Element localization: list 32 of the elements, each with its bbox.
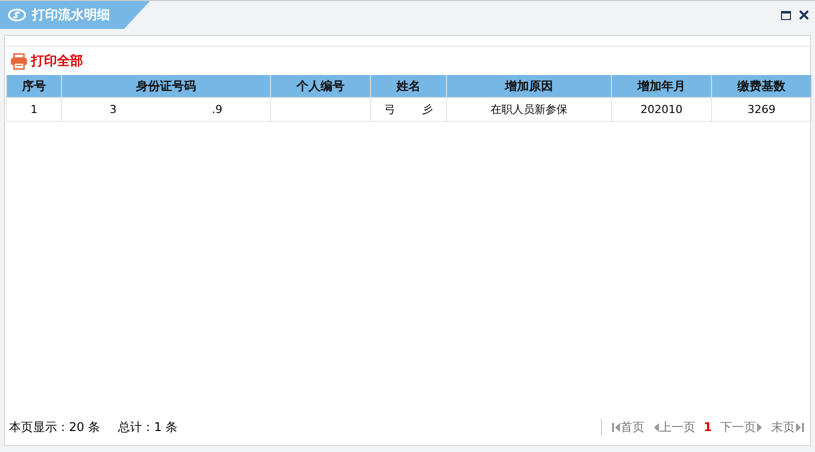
last-page-icon [796, 422, 804, 432]
last-page-link[interactable]: 末页 [771, 418, 804, 436]
next-icon [757, 422, 763, 432]
column-header[interactable]: 增加年月 [612, 75, 712, 98]
printer-icon [10, 52, 28, 70]
table-cell: 在职人员新参保 [490, 103, 568, 116]
table-cell: 3269 [748, 103, 776, 116]
cell-text: 弓 [384, 102, 396, 117]
column-header[interactable]: 个人编号 [270, 75, 370, 98]
print-all-button[interactable]: 打印全部 [10, 52, 83, 70]
logo-icon [8, 8, 26, 22]
table-cell: 202010 [640, 103, 682, 116]
cell-text: 3 [110, 103, 117, 116]
column-header[interactable]: 身份证号码 [62, 75, 270, 98]
column-header[interactable]: 缴费基数 [712, 75, 812, 98]
previous-page-link[interactable]: 上一页 [652, 418, 696, 436]
cell-text: .9 [212, 103, 222, 116]
table-cell: 1 [30, 103, 38, 116]
maximize-icon[interactable] [781, 10, 791, 20]
first-page-link[interactable]: 首页 [612, 418, 645, 436]
column-header[interactable]: 姓名 [370, 75, 446, 98]
first-page-icon [612, 422, 620, 432]
current-page: 1 [704, 420, 712, 434]
previous-icon [652, 422, 659, 432]
window-title: 打印流水明细 [32, 6, 110, 24]
next-page-link[interactable]: 下一页 [720, 418, 763, 436]
column-header[interactable]: 增加原因 [446, 75, 612, 98]
cell-text: 彡 [422, 102, 433, 117]
page-size-label: 本页显示：20 条 [9, 418, 100, 436]
total-label: 总计：1 条 [118, 418, 178, 436]
close-icon[interactable] [799, 10, 809, 20]
column-header[interactable]: 序号 [6, 75, 62, 98]
